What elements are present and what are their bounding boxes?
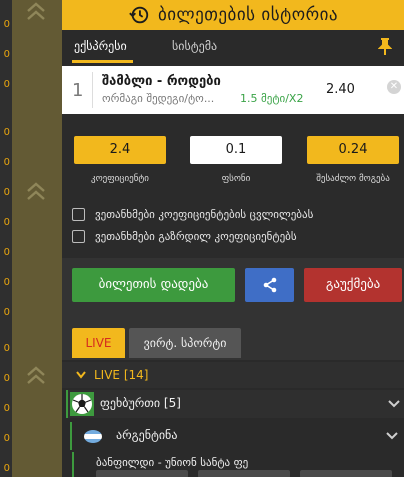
stake-input[interactable]: 0.1 — [190, 136, 282, 164]
pin-icon[interactable] — [378, 38, 392, 56]
accept-increase-checkbox[interactable] — [72, 229, 85, 243]
tab-live[interactable]: LIVE — [72, 328, 125, 358]
selection-odd: 2.40 — [326, 82, 355, 97]
odds-fragment: 0 — [3, 403, 10, 414]
remove-selection-icon[interactable]: ✕ — [387, 80, 401, 94]
scroll-column — [12, 0, 62, 477]
odds-button[interactable] — [300, 470, 392, 477]
scroll-up-icon[interactable] — [22, 178, 50, 206]
share-button[interactable] — [245, 268, 294, 302]
odds-fragment: 0 — [3, 127, 10, 138]
tab-express[interactable]: ექსპრესი — [72, 30, 133, 64]
chevron-down-icon — [76, 371, 86, 379]
odds-fragment: 0 — [3, 373, 10, 384]
header-title: ბილეთების ისტორია — [157, 5, 339, 25]
betslip-screen: 0 0 0 0 0 0 0 0 0 0 0 0 0 0 0 ბილეთების … — [0, 0, 404, 477]
betslip-actions: ბილეთის დადება გაუქმება — [62, 258, 404, 318]
odds-fragment: 0 — [3, 247, 10, 258]
bet-history-button[interactable]: ბილეთების ისტორია — [62, 0, 404, 30]
odds-fragment: 0 — [3, 307, 10, 318]
scroll-up-icon[interactable] — [22, 0, 50, 26]
possible-win-label: შესაძლო მოგება — [316, 174, 390, 184]
country-row-argentina[interactable]: არგენტინა — [70, 422, 404, 450]
chevron-down-icon — [386, 432, 398, 440]
accept-increase-option[interactable]: ვეთანხმები გაზრდილ კოეფიციენტებს — [72, 226, 297, 246]
possible-win-field: 0.24 — [307, 136, 399, 164]
live-section: LIVE ვირტ. სპორტი LIVE [14] ფეხბურთი [5] — [62, 318, 404, 477]
left-odds-strip: 0 0 0 0 0 0 0 0 0 0 0 0 0 0 0 — [0, 0, 12, 477]
odds-button[interactable] — [198, 470, 290, 477]
coefficient-label: კოეფიციენტი — [91, 174, 149, 184]
football-icon — [70, 392, 94, 416]
odds-fragment: 0 — [3, 49, 10, 60]
odds-button[interactable] — [96, 470, 188, 477]
coefficient-field: 2.4 — [74, 136, 166, 164]
argentina-flag-icon — [84, 430, 102, 443]
chevron-down-icon — [388, 400, 400, 408]
bet-type-tabs: ექსპრესი სისტემა — [62, 30, 404, 64]
tab-virtual-sports[interactable]: ვირტ. სპორტი — [129, 328, 241, 358]
live-tabs: LIVE ვირტ. სპორტი — [62, 318, 404, 360]
selection-number: 1 — [72, 80, 84, 101]
stake-label: ფსონი — [221, 174, 251, 184]
odds-fragment: 0 — [3, 19, 10, 30]
live-events-header[interactable]: LIVE [14] — [62, 362, 404, 388]
cancel-button[interactable]: გაუქმება — [304, 268, 402, 302]
sport-row-football[interactable]: ფეხბურთი [5] — [66, 390, 404, 418]
accept-changes-checkbox[interactable] — [72, 207, 85, 221]
stake-fields: 2.4 0.1 0.24 კოეფიციენტი ფსონი შესაძლო მ… — [62, 114, 404, 190]
share-icon — [263, 277, 276, 293]
betslip-panel: ბილეთების ისტორია ექსპრესი სისტემა 1 შამ… — [62, 0, 404, 477]
scroll-up-icon[interactable] — [22, 362, 50, 390]
market-name: ორმაგი შედეგი/ტო... — [102, 92, 215, 105]
accept-increase-label: ვეთანხმები გაზრდილ კოეფიციენტებს — [95, 229, 297, 243]
bet-selection-row: 1 შამბლი - როდები ორმაგი შედეგი/ტო... 1.… — [62, 66, 404, 114]
accept-changes-option[interactable]: ვეთანხმები კოეფიციენტების ცვლილებას — [72, 204, 313, 224]
odds-fragment: 0 — [3, 157, 10, 168]
live-count: LIVE [14] — [94, 368, 149, 382]
divider — [92, 72, 93, 108]
odds-options: ვეთანხმები კოეფიციენტების ცვლილებას ვეთა… — [62, 196, 404, 252]
tab-system[interactable]: სისტემა — [172, 30, 217, 64]
odds-fragment: 0 — [3, 217, 10, 228]
match-name: შამბლი - როდები — [102, 74, 221, 89]
odds-fragment: 0 — [3, 277, 10, 288]
odds-fragment: 0 — [3, 433, 10, 444]
event-name: ბანფილდი - უნიონ სანტა ფე — [96, 456, 249, 469]
sport-name: ფეხბურთი [5] — [100, 396, 181, 410]
selection-pick: 1.5 მეტი/X2 — [240, 92, 304, 105]
odds-fragment: 0 — [3, 463, 10, 474]
event-row[interactable]: ბანფილდი - უნიონ სანტა ფე — [72, 452, 404, 477]
place-bet-button[interactable]: ბილეთის დადება — [72, 268, 235, 302]
history-icon — [129, 6, 149, 24]
accept-changes-label: ვეთანხმები კოეფიციენტების ცვლილებას — [95, 207, 314, 221]
odds-fragment: 0 — [3, 79, 10, 90]
country-name: არგენტინა — [116, 428, 178, 442]
odds-fragment: 0 — [3, 343, 10, 354]
odds-fragment: 0 — [3, 187, 10, 198]
